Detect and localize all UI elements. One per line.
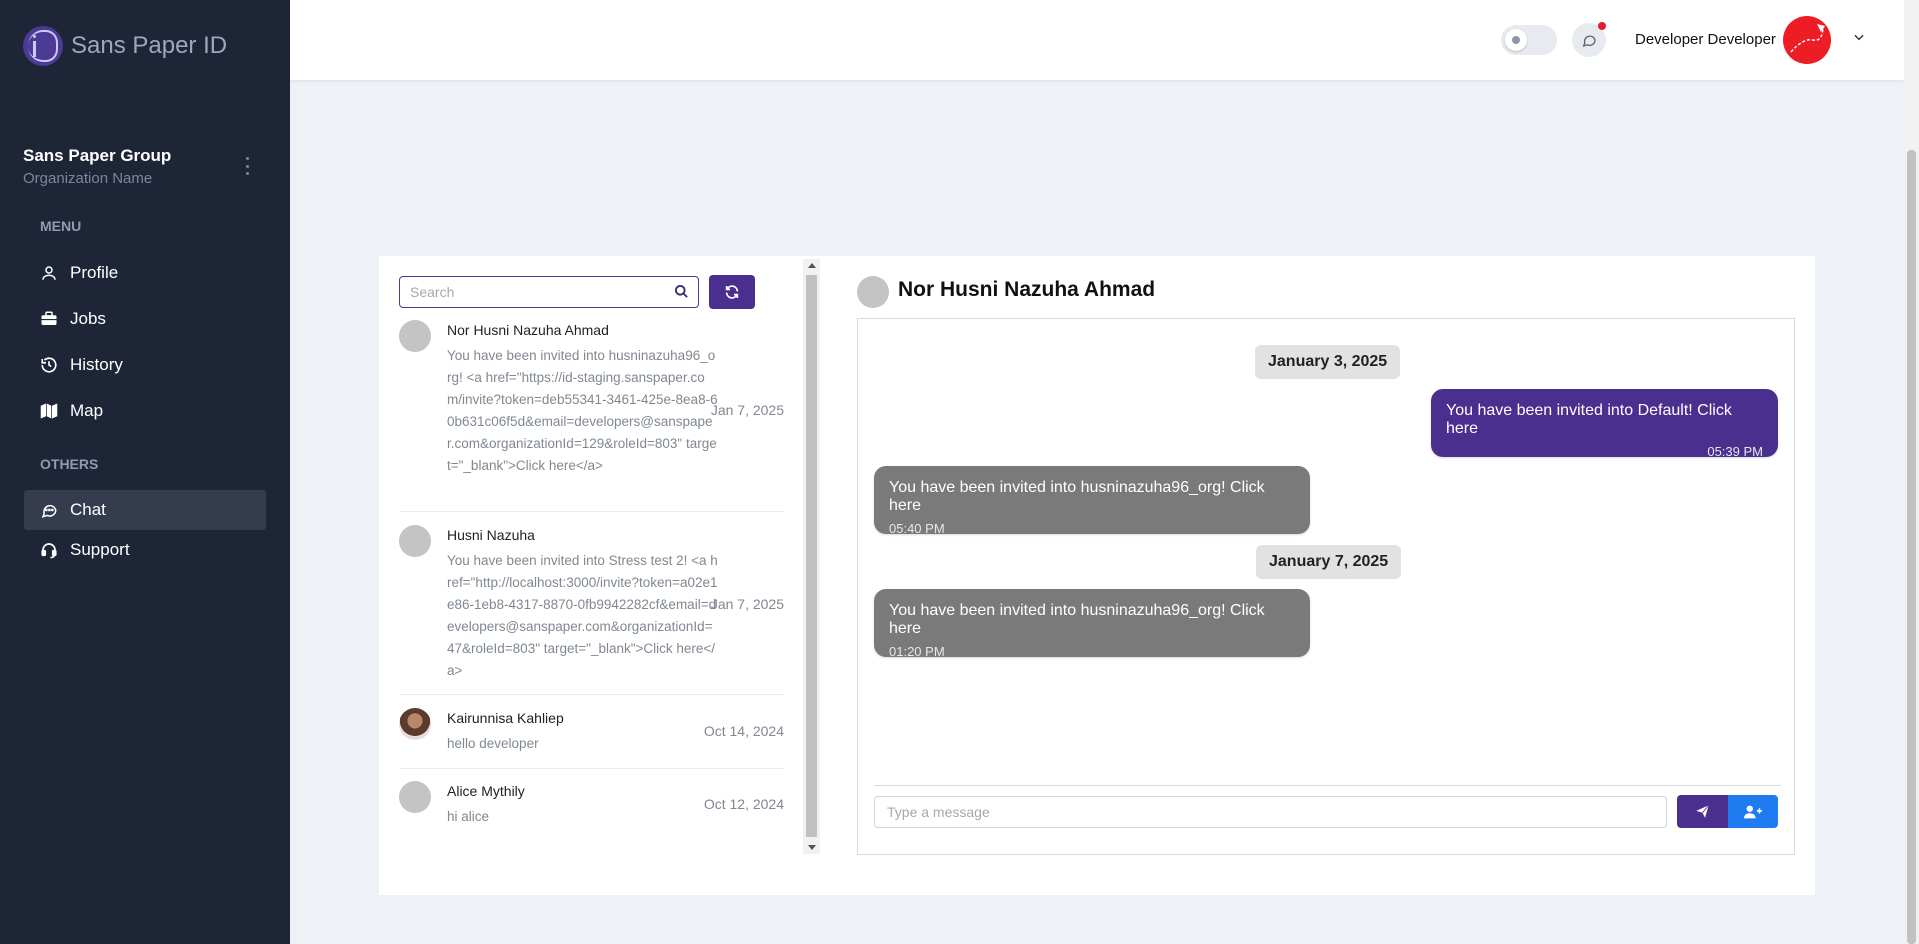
organization-menu-icon[interactable]	[246, 157, 250, 175]
conversation-date: Oct 12, 2024	[703, 796, 784, 812]
sidebar-item-label: Jobs	[70, 309, 106, 328]
organization-name: Sans Paper Group	[23, 146, 172, 165]
refresh-button[interactable]	[709, 275, 755, 309]
conversation-item[interactable]: Nor Husni Nazuha Ahmad You have been inv…	[399, 320, 784, 512]
paper-plane-icon	[1696, 804, 1710, 818]
history-icon	[41, 357, 57, 373]
conversation-item[interactable]: Alice Mythily hi alice Oct 12, 2024	[399, 781, 784, 841]
search-icon[interactable]	[674, 284, 689, 299]
organization-subtitle: Organization Name	[23, 170, 153, 187]
conversation-preview: hi alice	[447, 809, 490, 824]
theme-toggle[interactable]	[1501, 25, 1557, 55]
conversation-name: Husni Nazuha	[447, 527, 535, 543]
conversation-preview: hello developer	[447, 736, 539, 751]
avatar	[399, 320, 431, 352]
user-name[interactable]: Developer Developer	[1635, 31, 1776, 48]
chat-icon	[41, 504, 57, 518]
notification-badge	[1598, 22, 1606, 30]
add-user-button[interactable]	[1728, 795, 1778, 828]
map-icon	[40, 403, 58, 419]
message-time: 05:39 PM	[1707, 444, 1763, 459]
sidebar-item-label: History	[70, 355, 123, 374]
message-text: You have been invited into husninazuha96…	[889, 602, 1265, 637]
composer-divider	[874, 785, 1781, 786]
conversation-preview: You have been invited into Stress test 2…	[447, 553, 718, 678]
conversation-preview: You have been invited into husninazuha96…	[447, 348, 718, 473]
sidebar-item-label: Profile	[70, 263, 119, 282]
briefcase-icon	[41, 311, 57, 325]
top-header: Developer Developer	[290, 0, 1904, 80]
send-button[interactable]	[1677, 795, 1728, 828]
refresh-icon	[725, 285, 739, 299]
sidebar-item-support[interactable]: Support	[24, 530, 266, 570]
conversation-date: Jan 7, 2025	[710, 596, 784, 612]
date-separator: January 7, 2025	[1256, 545, 1402, 579]
search-field[interactable]	[399, 276, 699, 308]
sidebar-item-jobs[interactable]: Jobs	[24, 299, 266, 339]
chat-bubble-icon	[1582, 35, 1596, 48]
message-text: You have been invited into husninazuha96…	[889, 479, 1265, 514]
others-section-title: OTHERS	[40, 456, 99, 472]
sidebar-item-chat[interactable]: Chat	[24, 490, 266, 530]
user-icon	[42, 266, 56, 280]
search-input[interactable]	[400, 277, 660, 306]
sidebar-item-profile[interactable]: Profile	[24, 253, 266, 293]
page-scrollbar[interactable]	[1904, 0, 1919, 944]
user-avatar[interactable]	[1783, 16, 1831, 64]
conversation-name: Kairunnisa Kahliep	[447, 710, 564, 726]
conversation-date: Jan 7, 2025	[710, 402, 784, 418]
avatar	[399, 525, 431, 557]
chevron-down-icon[interactable]	[1852, 30, 1866, 44]
add-user-icon	[1744, 805, 1762, 818]
sidebar-item-label: Map	[70, 401, 104, 420]
headset-icon	[41, 543, 57, 559]
message-time: 05:40 PM	[889, 521, 945, 536]
sidebar-item-history[interactable]: History	[24, 345, 266, 385]
message-bubble-incoming: You have been invited into husninazuha96…	[874, 466, 1310, 536]
organization-info: Sans Paper Group Organization Name	[23, 146, 171, 187]
message-input[interactable]	[875, 797, 1666, 827]
sidebar-item-label: Chat	[70, 500, 106, 519]
message-composer[interactable]	[874, 796, 1667, 828]
message-bubble-outgoing: You have been invited into Default! Clic…	[1431, 389, 1778, 459]
messages-button[interactable]	[1572, 22, 1606, 57]
sun-icon	[1505, 29, 1527, 51]
conversation-list-scrollbar[interactable]	[803, 259, 820, 854]
avatar	[399, 781, 431, 813]
brand-name: Sans Paper ID	[71, 32, 228, 59]
message-text: You have been invited into Default! Clic…	[1446, 402, 1732, 437]
chat-title: Nor Husni Nazuha Ahmad	[898, 278, 1156, 301]
conversation-date: Oct 14, 2024	[703, 723, 784, 739]
sidebar-item-map[interactable]: Map	[24, 391, 266, 431]
date-separator: January 3, 2025	[1255, 345, 1401, 379]
avatar	[399, 708, 431, 740]
conversation-item[interactable]: Husni Nazuha You have been invited into …	[399, 525, 784, 695]
conversation-name: Alice Mythily	[447, 783, 525, 799]
conversation-name: Nor Husni Nazuha Ahmad	[447, 322, 609, 338]
conversation-item[interactable]: Kairunnisa Kahliep hello developer Oct 1…	[399, 708, 784, 769]
brand[interactable]: Sans Paper ID	[23, 26, 227, 66]
chat-avatar	[857, 276, 889, 308]
brand-logo-icon	[23, 26, 63, 66]
sidebar: Sans Paper ID Sans Paper Group Organizat…	[0, 0, 290, 944]
message-bubble-incoming: You have been invited into husninazuha96…	[874, 589, 1310, 659]
menu-section-title: MENU	[40, 218, 82, 234]
sidebar-item-label: Support	[70, 540, 130, 559]
message-time: 01:20 PM	[889, 644, 945, 659]
